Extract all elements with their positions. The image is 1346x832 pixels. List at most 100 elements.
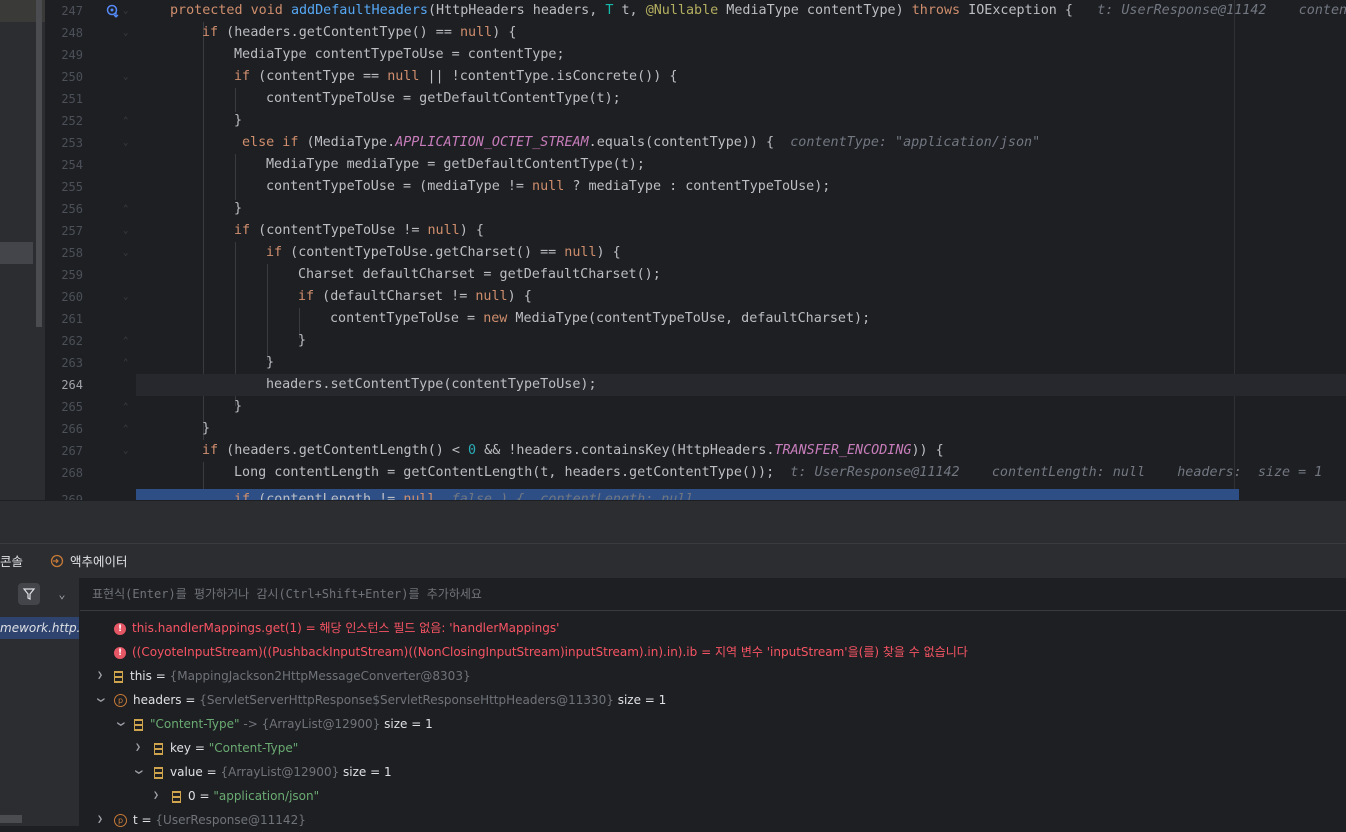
chevron-down-icon[interactable]: ⌄ (55, 585, 69, 603)
fold-marker-icon[interactable]: ⌄ (123, 22, 133, 44)
expand-arrow-icon[interactable]: ❯ (94, 664, 106, 688)
code: MediaType(contentTypeToUse, defaultChars… (507, 311, 871, 326)
field-icon (154, 742, 163, 755)
code: (headers.getContentType() == (218, 25, 460, 40)
tab-console[interactable]: 콘솔 (0, 544, 23, 579)
project-item-selected[interactable] (0, 242, 33, 264)
variable-row-content-type[interactable]: "Content-Type" -> {ArrayList@12900} size… (134, 712, 433, 736)
variable-name: value (170, 765, 203, 779)
code-line-249: MediaType contentTypeToUse = contentType… (136, 44, 1346, 66)
watch-error-row[interactable]: ! ((CoyoteInputStream)((PushbackInputStre… (114, 640, 968, 664)
line-number[interactable]: 247 (45, 0, 83, 22)
line-number[interactable]: 255 (45, 176, 83, 198)
fold-marker-icon[interactable]: ⌃ (123, 110, 133, 132)
line-number[interactable]: 254 (45, 154, 83, 176)
line-number[interactable]: 263 (45, 352, 83, 374)
method-breakpoint-icon[interactable] (106, 4, 120, 18)
line-number[interactable]: 259 (45, 264, 83, 286)
equals: = (191, 741, 209, 755)
fold-marker-icon[interactable]: ⌄ (123, 242, 133, 264)
fold-marker-icon[interactable]: ⌃ (123, 418, 133, 440)
inline-debug-hint: false ) { contentLength: null (435, 492, 694, 500)
line-number[interactable]: 261 (45, 308, 83, 330)
expand-arrow-icon[interactable]: ❯ (94, 808, 106, 832)
kw: new (483, 311, 508, 326)
code: .equals(contentType)) { (588, 135, 791, 150)
variable-size: size = 1 (380, 717, 433, 731)
variable-name: 0 (188, 789, 196, 803)
selected-frame[interactable]: mework.http.c (0, 617, 79, 639)
line-number[interactable]: 264 (45, 374, 83, 396)
line-number[interactable]: 267 (45, 440, 83, 462)
fold-marker-icon[interactable]: ⌃ (123, 352, 133, 374)
code: (contentLength != (250, 492, 404, 500)
fold-marker-icon[interactable]: ⌃ (123, 330, 133, 352)
line-number[interactable]: 257 (45, 220, 83, 242)
fold-marker-icon[interactable]: ⌃ (123, 396, 133, 418)
line-number[interactable]: 268 (45, 462, 83, 484)
variable-row-this[interactable]: this = {MappingJackson2HttpMessageConver… (114, 664, 471, 688)
code: MediaType mediaType = getDefaultContentT… (266, 157, 645, 172)
frames-pane (0, 578, 80, 826)
project-scrollbar[interactable] (36, 0, 42, 327)
kw: if (234, 69, 251, 84)
equals: = (151, 669, 170, 683)
fold-marker-icon[interactable]: ⌄ (123, 220, 133, 242)
expand-arrow-icon[interactable]: ❯ (132, 736, 144, 760)
code: headers.setContentType(contentTypeToUse)… (266, 377, 597, 392)
watch-expression: this.handlerMappings.get(1) = (132, 621, 320, 635)
frames-scrollbar[interactable] (0, 815, 22, 823)
code: contentTypeToUse = (330, 311, 484, 326)
fold-marker-icon[interactable]: ⌄ (123, 132, 133, 154)
code-line-253: else if (MediaType.APPLICATION_OCTET_STR… (136, 132, 1346, 154)
line-number[interactable]: 248 (45, 22, 83, 44)
collapse-arrow-icon[interactable]: ❯ (108, 718, 132, 730)
variable-name: this (130, 669, 152, 683)
line-number[interactable]: 256 (45, 198, 83, 220)
fold-marker-icon[interactable]: ⌄ (123, 66, 133, 88)
variable-row-key[interactable]: key = "Content-Type" (154, 736, 298, 760)
evaluate-expression-input[interactable]: 표현식(Enter)를 평가하거나 감시(Ctrl+Shift+Enter)를 … (92, 578, 482, 610)
line-number[interactable]: 251 (45, 88, 83, 110)
kw: if (202, 443, 219, 458)
error-message: 해당 인스턴스 필드 없음: 'handlerMappings' (319, 621, 560, 635)
expand-arrow-icon[interactable]: ❯ (150, 784, 162, 808)
fold-marker-icon[interactable]: ⌄ (123, 0, 133, 22)
line-number[interactable]: 249 (45, 44, 83, 66)
code: contentTypeToUse = getDefaultContentType… (266, 91, 621, 106)
kw: null (475, 289, 508, 304)
kw: null (387, 69, 420, 84)
variable-row-value[interactable]: value = {ArrayList@12900} size = 1 (154, 760, 392, 784)
variable-name: headers (133, 693, 182, 707)
filter-button[interactable] (18, 583, 40, 605)
panel-splitter[interactable] (0, 500, 1346, 544)
fold-marker-icon[interactable]: ⌃ (123, 198, 133, 220)
fold-marker-icon[interactable]: ⌄ (123, 286, 133, 308)
line-number[interactable]: 265 (45, 396, 83, 418)
variable-row-headers[interactable]: p headers = {ServletServerHttpResponse$Se… (114, 688, 666, 712)
watch-error-row[interactable]: ! this.handlerMappings.get(1) = 해당 인스턴스 필… (114, 616, 559, 640)
code: ) { (459, 223, 484, 238)
tab-actuator[interactable]: 액추에이터 (70, 544, 128, 579)
kw: if (234, 223, 251, 238)
code: ) { (492, 25, 517, 40)
variable-row-element-0[interactable]: 0 = "application/json" (172, 784, 319, 808)
project-panel-strip (0, 0, 45, 500)
line-number[interactable]: 250 (45, 66, 83, 88)
error-icon: ! (114, 646, 126, 659)
collapse-arrow-icon[interactable]: ❯ (126, 766, 150, 778)
kw: null (427, 223, 460, 238)
collapse-arrow-icon[interactable]: ❯ (88, 694, 112, 706)
line-number[interactable]: 262 (45, 330, 83, 352)
line-number[interactable]: 252 (45, 110, 83, 132)
code-editor[interactable]: protected void addDefaultHeaders(HttpHea… (136, 0, 1346, 500)
line-number[interactable]: 260 (45, 286, 83, 308)
line-number[interactable]: 253 (45, 132, 83, 154)
equals: = (181, 693, 200, 707)
code: } (298, 333, 307, 348)
line-number[interactable]: 266 (45, 418, 83, 440)
code-line-258: if (contentTypeToUse.getCharset() == nul… (136, 242, 1346, 264)
fold-marker-icon[interactable]: ⌄ (123, 440, 133, 462)
variable-row-t[interactable]: pt = {UserResponse@11142} (114, 808, 306, 832)
line-number[interactable]: 258 (45, 242, 83, 264)
